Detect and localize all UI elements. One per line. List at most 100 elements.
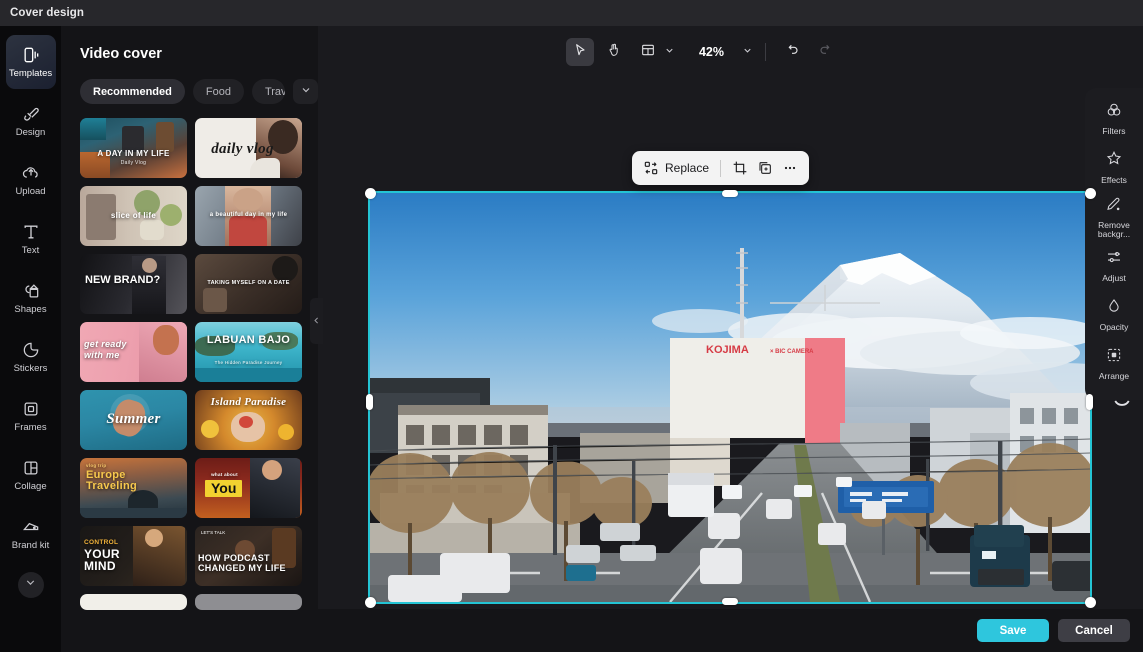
sidebar-label-upload: Upload bbox=[15, 187, 45, 198]
template-grid: A DAY IN MY LIFE Daily Vlog daily vlog s… bbox=[80, 118, 302, 610]
cover-image: KOJIMA × BIC CAMERA bbox=[370, 193, 1090, 602]
chevron-down-icon bbox=[24, 576, 37, 594]
chevron-down-icon bbox=[664, 43, 675, 61]
sidebar-label-design: Design bbox=[16, 128, 46, 139]
text-icon bbox=[21, 222, 41, 242]
resize-handle-bottom-right[interactable] bbox=[1085, 597, 1096, 608]
sidebar-item-text[interactable]: Text bbox=[6, 212, 56, 266]
resize-handle-left-center[interactable] bbox=[366, 394, 373, 410]
template-title-badge: You bbox=[205, 480, 242, 497]
tool-opacity[interactable]: Opacity bbox=[1087, 292, 1141, 338]
opacity-icon bbox=[1105, 297, 1123, 320]
sidebar-item-brand-kit[interactable]: Brand kit bbox=[6, 507, 56, 561]
resize-handle-right-center[interactable] bbox=[1086, 394, 1093, 410]
filters-icon bbox=[1105, 101, 1123, 124]
template-title: daily vlog bbox=[197, 141, 288, 158]
shapes-icon bbox=[21, 281, 41, 301]
template-subtitle: what about bbox=[199, 472, 250, 477]
image-tools-sidebar: Filters Effects Remove backgr... bbox=[1085, 88, 1143, 400]
cancel-button[interactable]: Cancel bbox=[1058, 619, 1130, 642]
sidebar-label-brand-kit: Brand kit bbox=[12, 541, 50, 551]
more-options-button[interactable] bbox=[782, 160, 798, 176]
category-chip-row: Recommended Food Travel bbox=[80, 79, 318, 104]
chevron-left-icon bbox=[312, 312, 321, 330]
template-card[interactable] bbox=[80, 594, 187, 610]
panel-collapse-button[interactable] bbox=[310, 298, 323, 344]
hand-tool-button[interactable] bbox=[600, 38, 628, 66]
window-title: Cover design bbox=[10, 7, 84, 19]
frames-icon bbox=[21, 399, 41, 419]
template-subtitle: LET'S TALK bbox=[201, 530, 225, 535]
template-card[interactable]: get ready with me bbox=[80, 322, 187, 382]
sidebar-item-design[interactable]: Design bbox=[6, 94, 56, 148]
select-tool-button[interactable] bbox=[566, 38, 594, 66]
resize-handle-bottom-center[interactable] bbox=[722, 598, 738, 605]
template-card[interactable]: daily vlog bbox=[195, 118, 302, 178]
app-root: Cover design Templates Design bbox=[0, 0, 1143, 652]
template-title: get ready with me bbox=[84, 339, 145, 361]
template-card[interactable]: A DAY IN MY LIFE Daily Vlog bbox=[80, 118, 187, 178]
chip-travel[interactable]: Travel bbox=[252, 79, 285, 104]
tool-adjust[interactable]: Adjust bbox=[1087, 243, 1141, 289]
chip-food-label: Food bbox=[206, 86, 231, 98]
layout-button[interactable] bbox=[634, 38, 662, 66]
chip-recommended[interactable]: Recommended bbox=[80, 79, 185, 104]
template-card[interactable]: CONTROL YOUR MIND bbox=[80, 526, 187, 586]
sidebar-label-templates: Templates bbox=[9, 69, 52, 80]
save-button[interactable]: Save bbox=[977, 619, 1049, 642]
tool-arrange[interactable]: Arrange bbox=[1087, 341, 1141, 387]
chevron-down-icon bbox=[1113, 397, 1131, 415]
crop-button[interactable] bbox=[732, 160, 748, 176]
adjust-icon bbox=[1105, 248, 1123, 271]
template-title: YOUR MIND bbox=[84, 548, 131, 572]
zoom-selector[interactable]: 42% bbox=[695, 43, 753, 61]
image-context-toolbar: Replace bbox=[632, 151, 809, 185]
template-title: LABUAN BAJO bbox=[195, 335, 302, 346]
sidebar-item-upload[interactable]: Upload bbox=[6, 153, 56, 207]
template-card[interactable]: LABUAN BAJO The Hidden Paradise Journey bbox=[195, 322, 302, 382]
resize-handle-top-left[interactable] bbox=[365, 188, 376, 199]
template-card[interactable]: what about You bbox=[195, 458, 302, 518]
template-card[interactable]: LET'S TALK HOW PODCAST CHANGED MY LIFE bbox=[195, 526, 302, 586]
template-card[interactable]: Summer bbox=[80, 390, 187, 450]
resize-handle-bottom-left[interactable] bbox=[365, 597, 376, 608]
template-subtitle: vlog trip bbox=[86, 463, 187, 468]
chip-recommended-label: Recommended bbox=[93, 86, 172, 98]
redo-button[interactable] bbox=[812, 38, 840, 66]
replace-button[interactable]: Replace bbox=[643, 160, 709, 176]
selected-image[interactable]: KOJIMA × BIC CAMERA bbox=[370, 193, 1090, 602]
template-card[interactable]: NEW BRAND? bbox=[80, 254, 187, 314]
tools-scroll-down-button[interactable] bbox=[1107, 395, 1137, 417]
chip-food[interactable]: Food bbox=[193, 79, 244, 104]
sidebar-item-collage[interactable]: Collage bbox=[6, 448, 56, 502]
left-sidebar: Templates Design Upload bbox=[0, 26, 61, 652]
template-card[interactable] bbox=[195, 594, 302, 610]
sidebar-item-shapes[interactable]: Shapes bbox=[6, 271, 56, 325]
undo-button[interactable] bbox=[778, 38, 806, 66]
panel-title: Video cover bbox=[80, 46, 318, 62]
template-card[interactable]: TAKING MYSELF ON A DATE bbox=[195, 254, 302, 314]
template-card[interactable]: vlog trip Europe Traveling bbox=[80, 458, 187, 518]
sidebar-item-stickers[interactable]: Stickers bbox=[6, 330, 56, 384]
sidebar-item-frames[interactable]: Frames bbox=[6, 389, 56, 443]
template-card[interactable]: Island Paradise bbox=[195, 390, 302, 450]
duplicate-icon bbox=[757, 160, 773, 176]
tool-remove-background[interactable]: Remove backgr... bbox=[1087, 194, 1141, 240]
sidebar-label-stickers: Stickers bbox=[14, 364, 48, 375]
resize-handle-top-center[interactable] bbox=[722, 190, 738, 197]
template-card[interactable]: slice of life bbox=[80, 186, 187, 246]
sidebar-item-templates[interactable]: Templates bbox=[6, 35, 56, 89]
stickers-icon bbox=[21, 340, 41, 360]
duplicate-button[interactable] bbox=[757, 160, 773, 176]
toolbar-divider bbox=[720, 160, 721, 177]
brand-kit-icon bbox=[21, 517, 41, 537]
template-card[interactable]: a beautiful day in my life bbox=[195, 186, 302, 246]
tool-filters[interactable]: Filters bbox=[1087, 96, 1141, 142]
chevron-down-icon bbox=[300, 83, 312, 101]
sidebar-more-button[interactable] bbox=[18, 572, 44, 598]
resize-handle-top-right[interactable] bbox=[1085, 188, 1096, 199]
layout-selector[interactable] bbox=[634, 38, 675, 66]
tool-label-arrange: Arrange bbox=[1099, 372, 1129, 382]
tool-effects[interactable]: Effects bbox=[1087, 145, 1141, 191]
chips-expand-button[interactable] bbox=[293, 79, 318, 104]
